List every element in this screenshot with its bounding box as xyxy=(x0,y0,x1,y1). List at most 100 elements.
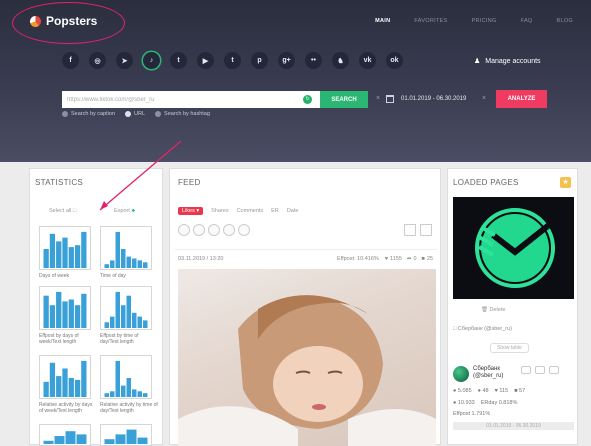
pinterest-icon[interactable]: p xyxy=(251,52,268,69)
search-input[interactable] xyxy=(62,91,320,108)
loaded-pages-title: LOADED PAGES xyxy=(453,178,519,187)
video-filter-icon[interactable] xyxy=(223,224,235,236)
mini-bar xyxy=(110,391,115,397)
stat-thumbnail[interactable] xyxy=(39,355,91,399)
mini-bar xyxy=(121,305,126,328)
top-nav: MAIN FAVORITES PRICING FAQ BLOG xyxy=(375,18,573,24)
mini-bar xyxy=(68,299,74,328)
mini-bar xyxy=(132,258,137,268)
google-plus-icon[interactable]: g+ xyxy=(278,52,295,69)
mini-bar xyxy=(43,295,49,328)
date-range[interactable]: 01.01.2019 - 06.30.2019 xyxy=(401,96,466,102)
tab-comments[interactable]: Comments xyxy=(237,208,264,214)
post-datetime: 03.11.2019 / 13:20 xyxy=(178,255,224,262)
calendar-icon[interactable] xyxy=(386,95,394,103)
mini-bar xyxy=(74,245,81,268)
stat-thumbnail-label: Relative activity by time of day/Text le… xyxy=(100,402,158,414)
tiktok-icon[interactable]: ♪ xyxy=(143,52,160,69)
mini-bar xyxy=(126,378,131,397)
tab-shares[interactable]: Shares xyxy=(211,208,228,214)
delete-page-link[interactable]: 🗑 Delete xyxy=(481,307,505,313)
mini-bar-chart xyxy=(104,360,148,397)
nav-faq[interactable]: FAQ xyxy=(521,18,533,24)
tab-er[interactable]: ER xyxy=(271,208,279,214)
likes-stat: ♥ 115 xyxy=(494,388,509,394)
option-caption[interactable]: Search by caption xyxy=(62,111,115,117)
mini-bar xyxy=(137,391,142,397)
analyze-button[interactable]: ANALYZE xyxy=(496,90,547,108)
tab-date[interactable]: Date xyxy=(287,208,299,214)
stat-thumbnail[interactable] xyxy=(39,286,91,330)
tumblr-icon[interactable]: t xyxy=(224,52,241,69)
grid-view-icon[interactable] xyxy=(404,224,416,236)
flickr-icon[interactable]: •• xyxy=(305,52,322,69)
select-all-link[interactable]: Select all □ xyxy=(49,208,76,214)
vk-icon[interactable]: vk xyxy=(359,52,376,69)
mini-bar xyxy=(49,305,56,328)
account-handle: □ Сбербанк (@sber_ru) xyxy=(453,326,512,332)
mini-bar-chart xyxy=(43,291,87,328)
stat-thumbnail[interactable] xyxy=(100,226,152,270)
nav-main[interactable]: MAIN xyxy=(375,18,390,24)
nav-blog[interactable]: BLOG xyxy=(557,18,573,24)
link-filter-icon[interactable] xyxy=(208,224,220,236)
option-hashtag[interactable]: Search by hashtag xyxy=(155,111,210,117)
stat-thumbnail[interactable] xyxy=(100,355,152,399)
stat-thumbnail-label: Effpost by time of day/Text length xyxy=(100,333,139,345)
erday-stat: ERday 0.818% xyxy=(480,400,518,406)
app-logo[interactable]: Popsters xyxy=(30,14,97,28)
search-filter-icon[interactable] xyxy=(238,224,250,236)
filter-tools xyxy=(178,224,250,236)
profile-name[interactable]: Сбербанк (@sber_ru) xyxy=(473,366,517,380)
export-link[interactable]: Export ♣ xyxy=(114,208,135,214)
mini-bar-chart xyxy=(43,360,87,397)
stat-thumbnail-label: Days of week xyxy=(39,273,70,279)
stat-thumbnail[interactable] xyxy=(39,424,91,446)
star-icon[interactable]: ★ xyxy=(560,177,571,188)
posts-stat: ● 48 xyxy=(477,388,489,394)
twitter-icon[interactable]: t xyxy=(170,52,187,69)
heart-icon: ♥ xyxy=(384,255,389,262)
mini-bar xyxy=(76,434,87,444)
clear-search-icon[interactable]: × xyxy=(376,95,380,102)
show-table-button[interactable]: Show table xyxy=(490,343,529,353)
odnoklassniki-icon[interactable]: ok xyxy=(386,52,403,69)
post-image[interactable] xyxy=(178,269,436,446)
manage-accounts-link[interactable]: ♟ Manage accounts xyxy=(474,57,541,66)
stat-thumbnail[interactable] xyxy=(100,286,152,330)
compare-icon[interactable] xyxy=(521,366,531,374)
mini-bar xyxy=(54,436,65,444)
page-cover-image xyxy=(453,197,574,299)
mini-bar xyxy=(137,316,142,328)
telegram-icon[interactable]: ➤ xyxy=(116,52,133,69)
radio-checked-icon xyxy=(125,111,132,117)
mini-bar xyxy=(56,376,62,397)
stat-thumbnail[interactable] xyxy=(39,226,91,270)
tab-likes[interactable]: Likes ▾ xyxy=(178,207,204,215)
manage-accounts-label: Manage accounts xyxy=(485,57,541,65)
list-view-icon[interactable] xyxy=(420,224,432,236)
eye-icon[interactable] xyxy=(535,366,545,374)
option-url[interactable]: URL xyxy=(125,111,145,117)
image-filter-icon[interactable] xyxy=(193,224,205,236)
nav-pricing[interactable]: PRICING xyxy=(472,18,497,24)
settings-icon[interactable] xyxy=(549,366,559,374)
instagram-icon[interactable]: ◎ xyxy=(89,52,106,69)
radio-icon xyxy=(62,111,68,117)
mini-bar xyxy=(65,431,76,444)
facebook-icon[interactable]: f xyxy=(62,52,79,69)
nav-favorites[interactable]: FAVORITES xyxy=(414,18,447,24)
refresh-icon[interactable]: ↻ xyxy=(303,95,312,104)
search-button[interactable]: SEARCH xyxy=(320,91,368,108)
snapchat-icon[interactable]: ♞ xyxy=(332,52,349,69)
mini-bar xyxy=(121,385,126,397)
feed-panel: FEED Likes ▾ Shares Comments ER Date 03.… xyxy=(169,168,441,446)
post-likes: 1155 xyxy=(390,255,402,262)
pencil-icon[interactable] xyxy=(178,224,190,236)
select-all-label: Select all xyxy=(49,208,72,214)
posts-value: 48 xyxy=(482,388,489,394)
clear-dates-icon[interactable]: × xyxy=(482,95,486,102)
stat-thumbnail-label: Effpost by days of week/Text length xyxy=(39,333,79,345)
stat-thumbnail[interactable] xyxy=(100,424,152,446)
youtube-icon[interactable]: ▶ xyxy=(197,52,214,69)
